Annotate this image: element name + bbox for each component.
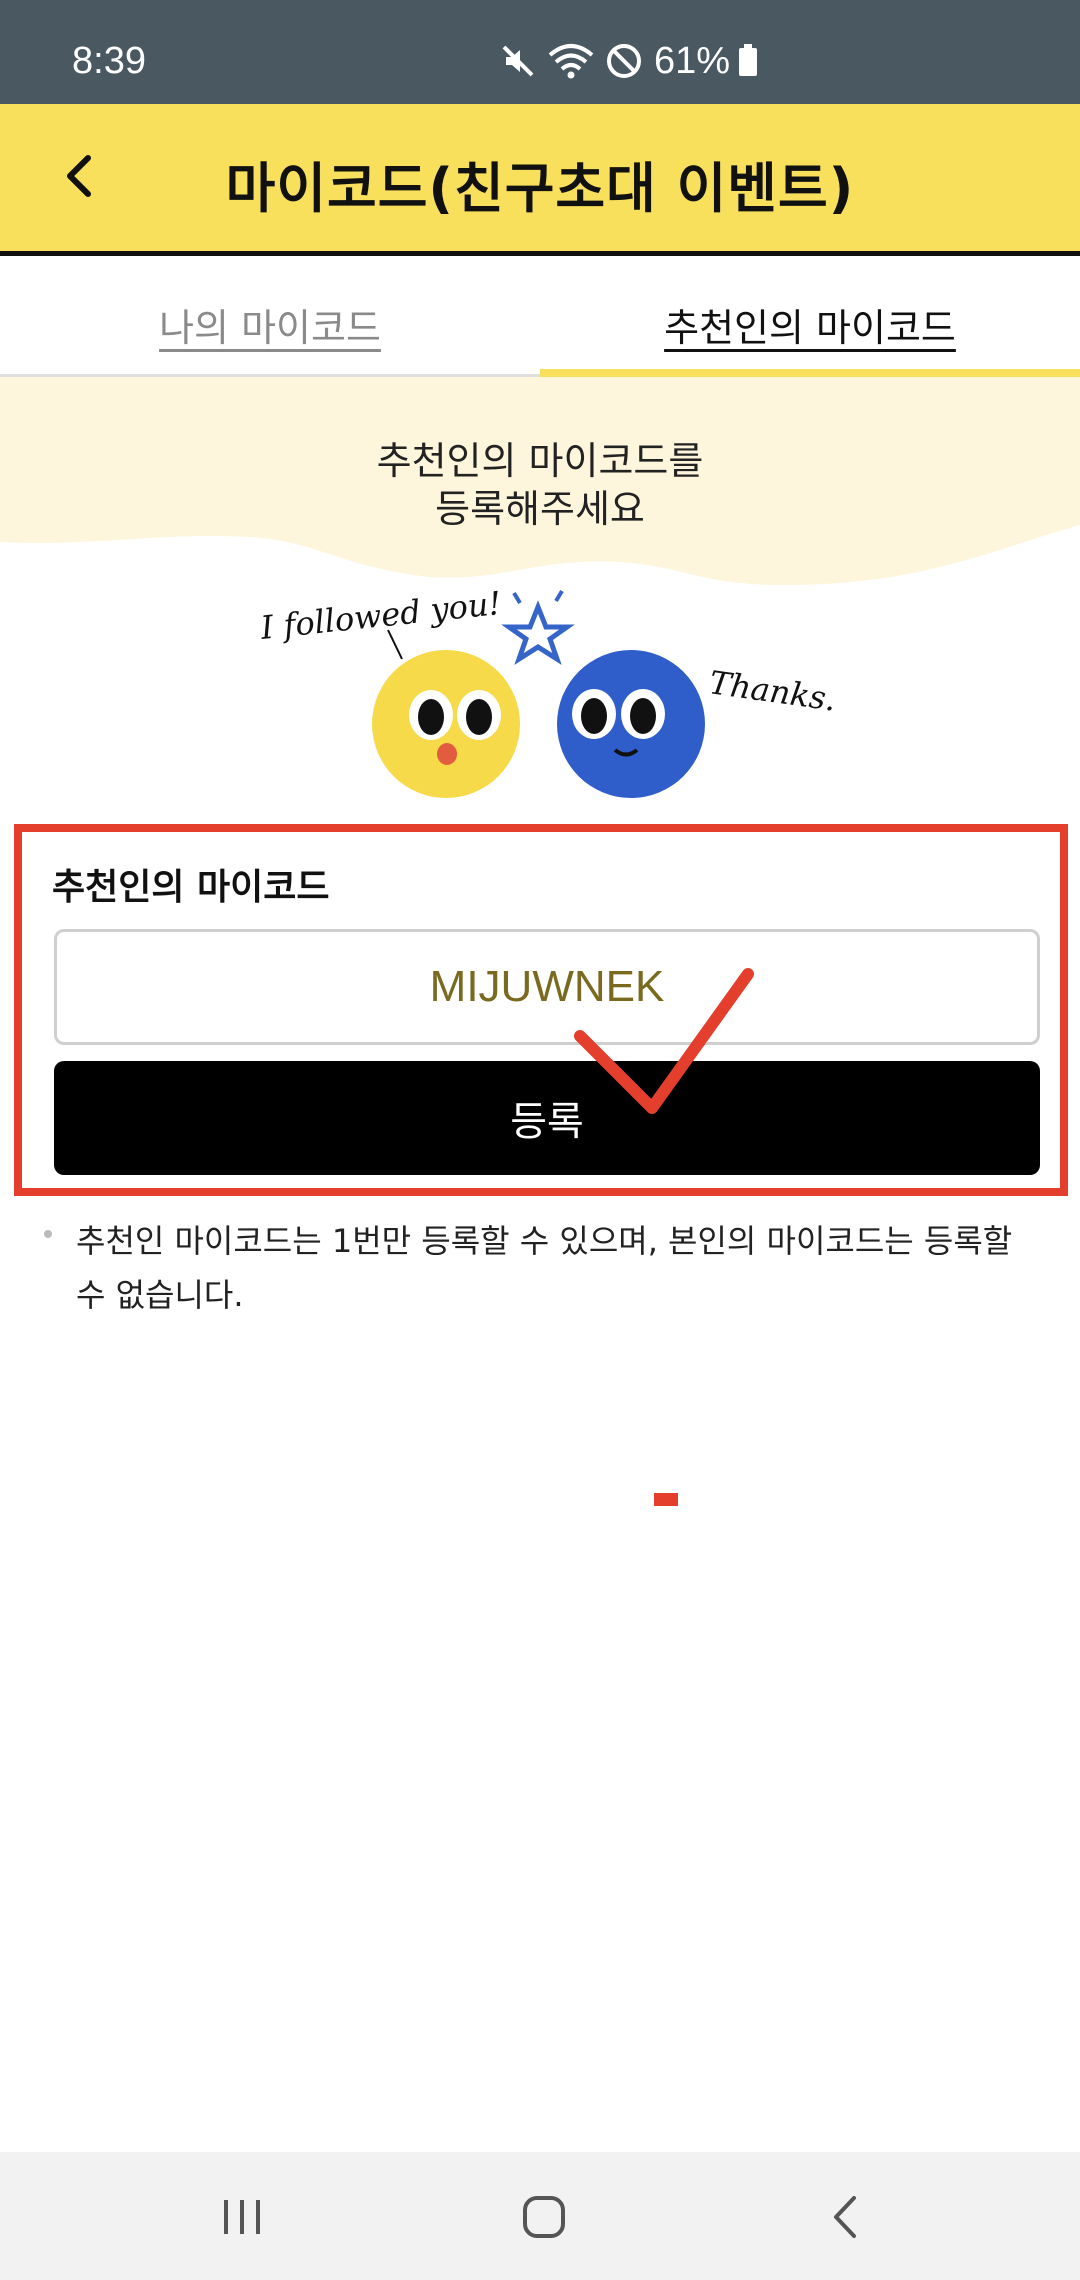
referrer-code-label: 추천인의 마이코드 [52, 867, 330, 908]
status-bar: 8:39 61% [0, 0, 1080, 104]
battery-icon [739, 44, 758, 76]
referrer-code-form: 추천인의 마이코드 등록 [14, 824, 1068, 1196]
tab-referrer-code-label: 추천인의 마이코드 [664, 306, 956, 350]
recent-apps-icon[interactable] [202, 2182, 282, 2252]
tab-my-code[interactable]: 나의 마이코드 [0, 261, 540, 377]
app-bar: 마이코드(친구초대 이벤트) [0, 104, 1080, 256]
home-icon[interactable] [504, 2182, 584, 2252]
do-not-disturb-icon [607, 44, 641, 78]
battery-percentage: 61% [654, 39, 731, 82]
bullet-dot [44, 1230, 52, 1238]
tab-referrer-code[interactable]: 추천인의 마이코드 [540, 261, 1080, 377]
system-nav-bar [0, 2152, 1080, 2280]
note-text: 추천인 마이코드는 1번만 등록할 수 있으며, 본인의 마이코드는 등록할 수… [76, 1222, 1013, 1314]
star-icon [501, 589, 575, 665]
status-icons: 61% [498, 38, 760, 84]
hero-section: 추천인의 마이코드를 등록해주세요 I followed you! Thanks… [0, 377, 1080, 817]
characters-illustration: I followed you! Thanks. [258, 584, 839, 798]
mute-icon [502, 45, 534, 77]
wifi-icon [548, 44, 594, 79]
speech-left: I followed you! [258, 584, 503, 647]
status-time: 8:39 [72, 40, 146, 82]
yellow-character [372, 650, 520, 798]
annotation-mark [654, 1493, 678, 1506]
tab-bar: 나의 마이코드 추천인의 마이코드 [0, 261, 1080, 377]
back-nav-icon[interactable] [806, 2182, 886, 2252]
speech-right: Thanks. [707, 663, 839, 718]
tab-my-code-label: 나의 마이코드 [159, 306, 381, 350]
referrer-code-input[interactable] [54, 929, 1040, 1045]
page-title: 마이코드(친구초대 이벤트) [225, 157, 855, 220]
blue-character [557, 650, 705, 798]
register-button[interactable]: 등록 [54, 1061, 1040, 1175]
